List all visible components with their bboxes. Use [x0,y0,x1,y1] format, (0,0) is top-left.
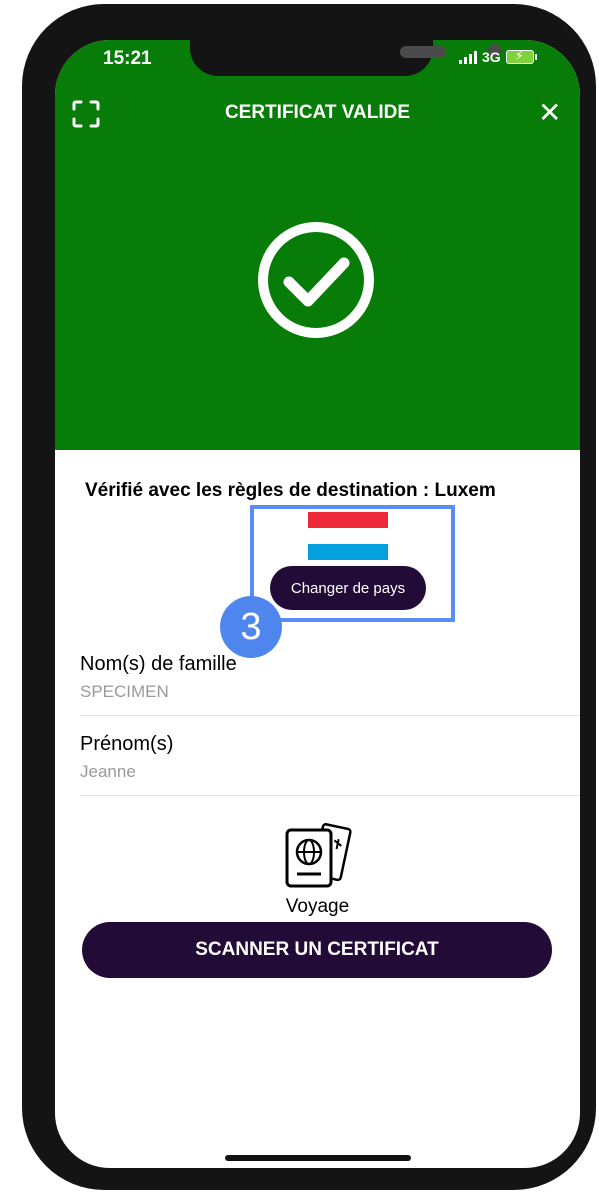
divider [80,795,580,796]
close-icon[interactable]: ✕ [538,99,561,127]
first-name-value: Jeanne [80,762,136,781]
status-indicators: 3G ⚡ [459,48,537,65]
check-circle-icon [258,222,374,338]
page-title: CERTIFICAT VALIDE [224,102,411,123]
last-name-label: Nom(s) de famille [80,653,237,675]
destination-rules-text: Vérifié avec les règles de destination :… [85,480,496,501]
passport-ticket-icon [285,823,352,888]
step-number-badge: 3 [220,596,282,658]
speaker-grill [400,46,446,58]
first-name-label: Prénom(s) [80,733,174,755]
status-time: 15:21 [103,48,152,69]
home-indicator [225,1155,411,1161]
battery-icon: ⚡ [505,48,537,64]
tutorial-highlight-box [250,505,455,622]
network-type: 3G [482,49,501,65]
signal-icon [459,50,477,64]
voyage-label: Voyage [285,896,350,917]
phone-notch [190,40,501,76]
scan-certificate-button[interactable]: SCANNER UN CERTIFICAT [82,922,552,978]
last-name-value: SPECIMEN [80,682,169,701]
divider [80,715,580,716]
